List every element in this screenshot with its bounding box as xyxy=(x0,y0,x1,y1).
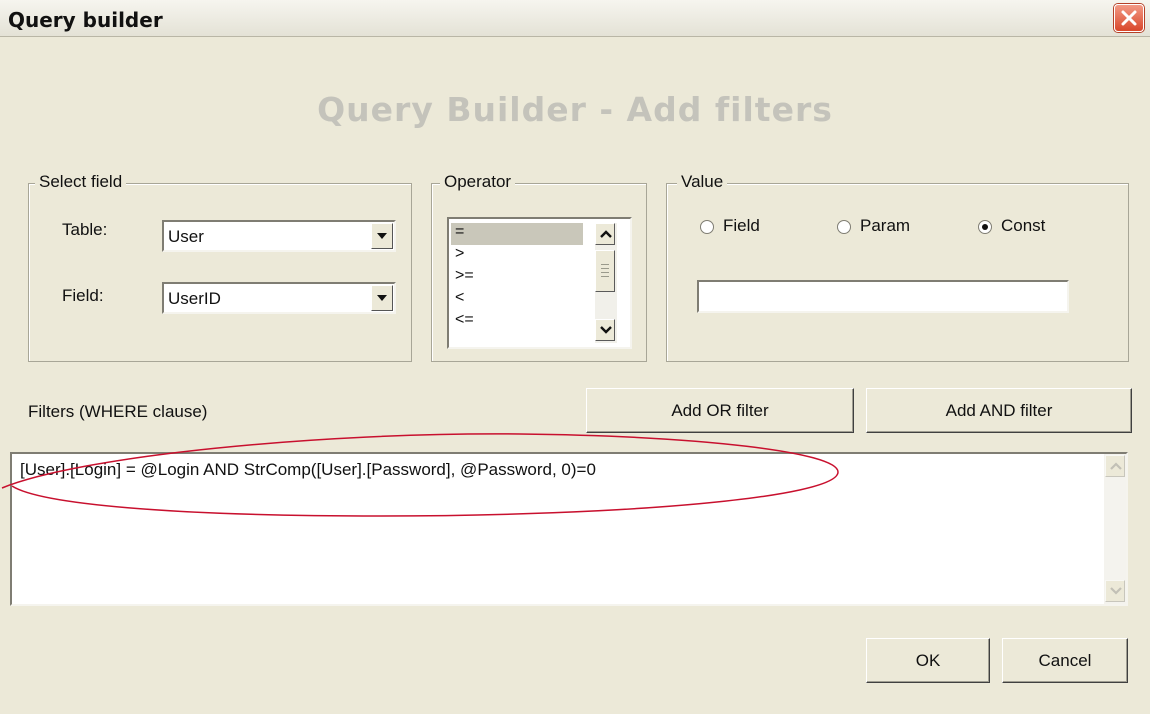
add-and-filter-label: Add AND filter xyxy=(945,401,1053,420)
field-radio[interactable] xyxy=(700,220,714,234)
operator-listbox[interactable]: = > >= < <= xyxy=(447,217,632,349)
table-dropdown-button[interactable] xyxy=(371,223,393,249)
operator-item[interactable]: > xyxy=(451,245,583,267)
add-and-filter-button[interactable]: Add AND filter xyxy=(866,388,1132,433)
close-icon xyxy=(1121,10,1137,26)
field-radio-label[interactable]: Field xyxy=(723,216,760,236)
radio-checked-dot xyxy=(982,224,988,230)
chevron-up-icon xyxy=(600,230,612,238)
scroll-thumb[interactable] xyxy=(595,250,615,292)
const-radio[interactable] xyxy=(978,220,992,234)
cancel-button[interactable]: Cancel xyxy=(1002,638,1128,683)
operator-item[interactable]: < xyxy=(451,289,583,311)
value-legend: Value xyxy=(677,172,728,192)
operator-scrollbar[interactable] xyxy=(595,223,617,343)
chevron-down-icon xyxy=(377,295,387,301)
scroll-down-button[interactable] xyxy=(595,319,615,341)
query-builder-dialog: Query builder Query Builder - Add filter… xyxy=(0,0,1150,714)
table-combo[interactable]: User xyxy=(162,220,396,252)
ok-button[interactable]: OK xyxy=(866,638,990,683)
field-label: Field: xyxy=(62,286,104,305)
table-combo-value: User xyxy=(168,227,204,246)
chevron-up-icon xyxy=(1110,462,1122,470)
chevron-down-icon xyxy=(600,326,612,334)
dialog-heading: Query Builder - Add filters xyxy=(317,90,833,129)
close-button[interactable] xyxy=(1114,4,1144,32)
param-radio-label[interactable]: Param xyxy=(860,216,910,236)
window-title: Query builder xyxy=(8,8,163,32)
param-radio[interactable] xyxy=(837,220,851,234)
ok-label: OK xyxy=(915,651,941,670)
field-combo-value: UserID xyxy=(168,289,221,308)
field-dropdown-button[interactable] xyxy=(371,285,393,311)
value-group: Value Field Param Const xyxy=(666,172,1129,362)
field-combo[interactable]: UserID xyxy=(162,282,396,314)
operator-legend: Operator xyxy=(440,172,516,192)
scroll-down-button[interactable] xyxy=(1105,580,1125,602)
operator-group: Operator = > >= < <= xyxy=(431,172,647,362)
value-input[interactable] xyxy=(697,280,1069,313)
highlight-ellipse xyxy=(1,433,839,517)
scroll-up-button[interactable] xyxy=(595,223,615,245)
scroll-up-button[interactable] xyxy=(1105,455,1125,477)
add-or-filter-label: Add OR filter xyxy=(671,401,769,420)
filters-scrollbar[interactable] xyxy=(1104,454,1126,604)
operator-item[interactable]: <= xyxy=(451,311,583,333)
title-bar[interactable]: Query builder xyxy=(0,0,1150,37)
table-label: Table: xyxy=(62,220,108,239)
operator-item[interactable]: >= xyxy=(451,267,583,289)
select-field-group: Select field Table: User Field: UserID xyxy=(28,172,412,362)
cancel-label: Cancel xyxy=(1038,651,1092,670)
const-radio-label[interactable]: Const xyxy=(1001,216,1045,236)
operator-item[interactable]: = xyxy=(451,223,583,245)
select-field-legend: Select field xyxy=(35,172,127,192)
filters-label: Filters (WHERE clause) xyxy=(28,402,208,421)
chevron-down-icon xyxy=(1110,587,1122,595)
chevron-down-icon xyxy=(377,233,387,239)
